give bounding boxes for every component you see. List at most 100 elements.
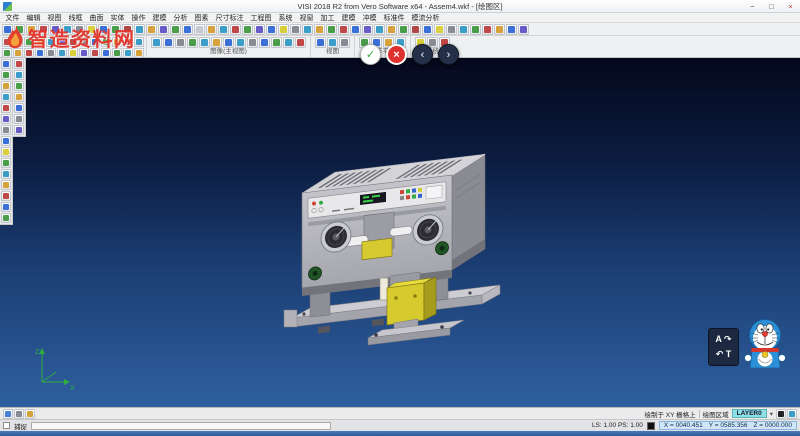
toolbar-icon[interactable] xyxy=(170,24,181,35)
toolbar-icon[interactable] xyxy=(14,92,24,102)
accept-button[interactable]: ✓ xyxy=(360,44,381,65)
toolbar-icon[interactable] xyxy=(338,24,349,35)
toolbar-icon[interactable] xyxy=(295,37,306,48)
toolbar-icon[interactable] xyxy=(211,37,222,48)
toolbar-icon[interactable] xyxy=(398,24,409,35)
toolbar-icon[interactable] xyxy=(14,70,24,80)
toolbar-icon[interactable] xyxy=(14,125,24,135)
toolbar-icon[interactable] xyxy=(68,48,78,58)
toolbar-icon[interactable] xyxy=(14,114,24,124)
toolbar-icon[interactable] xyxy=(3,409,13,419)
menu-item[interactable]: 模流分析 xyxy=(408,13,443,23)
toolbar-icon[interactable] xyxy=(14,59,24,69)
toolbar-icon[interactable] xyxy=(1,81,11,91)
toolbar-icon[interactable] xyxy=(68,37,78,47)
toolbar-icon[interactable] xyxy=(518,24,529,35)
toolbar-icon[interactable] xyxy=(57,37,67,47)
machine-3d-model[interactable] xyxy=(272,128,507,356)
toolbar-icon[interactable] xyxy=(1,158,11,168)
toolbar-icon[interactable] xyxy=(1,59,11,69)
toolbar-icon[interactable] xyxy=(158,24,169,35)
toolbar-icon[interactable] xyxy=(79,48,89,58)
toolbar-icon[interactable] xyxy=(1,114,11,124)
toolbar-icon[interactable] xyxy=(1,169,11,179)
toolbar-icon[interactable] xyxy=(194,24,205,35)
toolbar-icon[interactable] xyxy=(1,191,11,201)
toolbar-icon[interactable] xyxy=(254,24,265,35)
toolbar-icon[interactable] xyxy=(410,24,421,35)
toolbar-icon[interactable] xyxy=(1,202,11,212)
toolbar-icon[interactable] xyxy=(386,24,397,35)
toolbar-icon[interactable] xyxy=(326,24,337,35)
toolbar-icon[interactable] xyxy=(374,24,385,35)
toolbar-icon[interactable] xyxy=(1,103,11,113)
toolbar-icon[interactable] xyxy=(57,48,67,58)
toolbar-icon[interactable] xyxy=(1,180,11,190)
toolbar-icon[interactable] xyxy=(26,24,37,35)
layer-dropdown-icon[interactable]: ▾ xyxy=(770,410,773,418)
toolbar-icon[interactable] xyxy=(35,48,45,58)
toolbar-icon[interactable] xyxy=(434,24,445,35)
toolbar-icon[interactable] xyxy=(101,37,111,47)
workplane-status[interactable]: 绘制于 XY 栅格上 xyxy=(645,409,696,419)
toolbar-icon[interactable] xyxy=(199,37,210,48)
toolbar-icon[interactable] xyxy=(314,24,325,35)
layer-badge[interactable]: LAYER0 xyxy=(732,409,767,418)
toolbar-icon[interactable] xyxy=(290,24,301,35)
toolbar-icon[interactable] xyxy=(247,37,258,48)
cancel-button[interactable]: × xyxy=(386,44,407,65)
toolbar-icon[interactable] xyxy=(235,37,246,48)
menu-item[interactable]: 曲面 xyxy=(86,13,107,23)
menu-item[interactable]: 冲模 xyxy=(359,13,380,23)
toolbar-icon[interactable] xyxy=(259,37,270,48)
toolbar-icon[interactable] xyxy=(122,24,133,35)
toolbar-icon[interactable] xyxy=(482,24,493,35)
menu-item[interactable]: 视图 xyxy=(44,13,65,23)
toolbar-icon[interactable] xyxy=(38,24,49,35)
toolbar-icon[interactable] xyxy=(278,24,289,35)
toolbar-icon[interactable] xyxy=(494,24,505,35)
toolbar-icon[interactable] xyxy=(302,24,313,35)
menu-item[interactable]: 工程图 xyxy=(247,13,275,23)
color-swatch[interactable] xyxy=(647,422,655,430)
toolbar-icon[interactable] xyxy=(2,24,13,35)
3d-viewport[interactable]: Z X A ↷ ↶ T xyxy=(0,58,800,407)
menu-item[interactable]: 实体 xyxy=(107,13,128,23)
previous-button[interactable]: ‹ xyxy=(412,44,433,65)
menu-item[interactable]: 图素 xyxy=(191,13,212,23)
toolbar-icon[interactable] xyxy=(46,48,56,58)
toolbar-icon[interactable] xyxy=(35,37,45,47)
toolbar-icon[interactable] xyxy=(24,37,34,47)
toolbar-icon[interactable] xyxy=(230,24,241,35)
menu-item[interactable]: 建模 xyxy=(338,13,359,23)
toolbar-icon[interactable] xyxy=(182,24,193,35)
toolbar-icon[interactable] xyxy=(1,125,11,135)
toolbar-icon[interactable] xyxy=(787,409,797,419)
toolbar-icon[interactable] xyxy=(134,37,144,47)
menu-item[interactable]: 视窗 xyxy=(296,13,317,23)
toolbar-icon[interactable] xyxy=(1,136,11,146)
toolbar-icon[interactable] xyxy=(506,24,517,35)
toolbar-icon[interactable] xyxy=(74,24,85,35)
stamp-t-tool[interactable]: ↶ T xyxy=(716,349,732,360)
menu-item[interactable]: 编辑 xyxy=(23,13,44,23)
toolbar-icon[interactable] xyxy=(422,24,433,35)
toolbar-icon[interactable] xyxy=(14,24,25,35)
stamp-tool-panel[interactable]: A ↷ ↶ T xyxy=(708,328,739,366)
menu-item[interactable]: 操作 xyxy=(128,13,149,23)
menu-item[interactable]: 加工 xyxy=(317,13,338,23)
toolbar-icon[interactable] xyxy=(25,409,35,419)
menu-item[interactable]: 系统 xyxy=(275,13,296,23)
close-button[interactable]: × xyxy=(781,0,800,12)
toolbar-icon[interactable] xyxy=(112,48,122,58)
maximize-button[interactable]: □ xyxy=(762,0,781,12)
menu-item[interactable]: 分析 xyxy=(170,13,191,23)
toolbar-icon[interactable] xyxy=(151,37,162,48)
toolbar-icon[interactable] xyxy=(1,70,11,80)
toolbar-icon[interactable] xyxy=(86,24,97,35)
toolbar-icon[interactable] xyxy=(446,24,457,35)
toolbar-icon[interactable] xyxy=(242,24,253,35)
toolbar-icon[interactable] xyxy=(1,92,11,102)
toolbar-icon[interactable] xyxy=(271,37,282,48)
toolbar-icon[interactable] xyxy=(90,37,100,47)
